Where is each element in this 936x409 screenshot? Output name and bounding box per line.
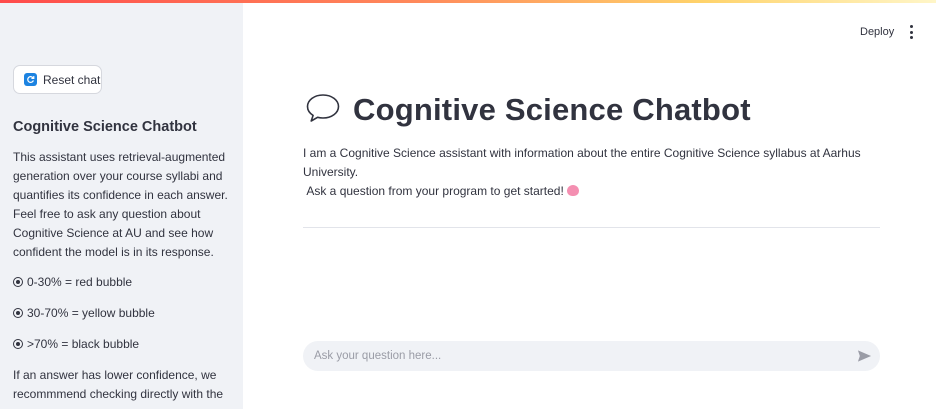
reset-chat-label: Reset chat (43, 72, 101, 87)
page-header: Cognitive Science Chatbot (305, 92, 751, 128)
description-line: This assistant uses retrieval-augmented (13, 150, 226, 164)
sidebar-note: If an answer has lower confidence, we re… (13, 366, 231, 404)
legend-item-yellow: 30-70% = yellow bubble (13, 306, 155, 320)
send-icon[interactable] (857, 349, 872, 363)
legend-label: >70% = black bubble (27, 337, 140, 351)
chat-input-bar (303, 341, 880, 371)
legend-label: 30-70% = yellow bubble (27, 306, 155, 320)
description-line: Cognitive Science at AU and see how (13, 226, 214, 240)
intro-text: I am a Cognitive Science assistant with … (303, 144, 903, 201)
intro-line-2-wrap: Ask a question from your program to get … (303, 182, 903, 201)
intro-line-1: I am a Cognitive Science assistant with … (303, 146, 861, 179)
legend-label: 0-30% = red bubble (27, 275, 133, 289)
kebab-menu-icon[interactable] (906, 25, 916, 39)
sidebar-title: Cognitive Science Chatbot (13, 119, 197, 135)
deploy-button[interactable]: Deploy (860, 26, 894, 38)
divider (303, 227, 880, 228)
sidebar-description: This assistant uses retrieval-augmented … (13, 148, 231, 262)
reset-chat-button[interactable]: Reset chat (13, 65, 102, 94)
chat-input[interactable] (314, 350, 834, 362)
top-decoration-bar (0, 0, 936, 3)
brain-icon (566, 185, 579, 196)
sidebar: Reset chat Cognitive Science Chatbot Thi… (0, 0, 243, 409)
legend-item-black: >70% = black bubble (13, 337, 139, 351)
speech-bubble-icon (305, 93, 341, 128)
page-title: Cognitive Science Chatbot (353, 92, 751, 127)
bullet-icon (13, 308, 23, 318)
note-line: recommmend checking directly with the (13, 387, 224, 401)
bullet-icon (13, 339, 23, 349)
description-line: Feel free to ask any question about (13, 207, 201, 221)
note-line: If an answer has lower confidence, we (13, 368, 217, 382)
legend-item-red: 0-30% = red bubble (13, 275, 132, 289)
refresh-icon (24, 73, 37, 86)
description-line: generation over your course syllabi and (13, 169, 223, 183)
intro-line-2: Ask a question from your program to get … (306, 184, 564, 198)
description-line: quantifies its confidence in each answer… (13, 188, 228, 202)
description-line: confident the model is in its response. (13, 245, 214, 259)
bullet-icon (13, 277, 23, 287)
